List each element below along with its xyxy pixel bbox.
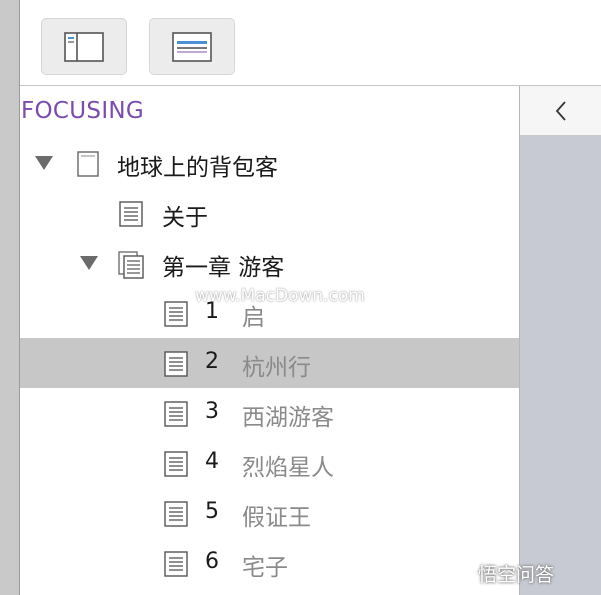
disclosure-triangle-icon[interactable]: [35, 156, 53, 170]
sidebar-toggle-icon: [64, 31, 104, 62]
tree-label-chapter: 第一章 游客: [162, 255, 285, 281]
window-left-edge: [0, 0, 20, 595]
tree-row-about[interactable]: 关于: [20, 188, 519, 238]
tree-row-section-selected[interactable]: 2 杭州行: [20, 338, 519, 388]
section-number: 4: [205, 449, 219, 474]
section-title: 西湖游客: [242, 405, 334, 431]
document-icon: [164, 501, 188, 527]
tree-row-section[interactable]: 4 烈焰星人: [20, 438, 519, 488]
section-title: 杭州行: [242, 355, 311, 381]
right-rail: [519, 86, 601, 595]
panel-title: FOCUSING: [21, 98, 145, 124]
brand-watermark: 悟空问答: [478, 564, 555, 586]
section-number: 2: [205, 349, 219, 374]
document-icon: [164, 401, 188, 427]
outline-view-button[interactable]: [149, 18, 235, 75]
collapse-panel-button[interactable]: [520, 86, 601, 136]
tree-row-chapter[interactable]: 第一章 游客: [20, 238, 519, 288]
section-number: 3: [205, 399, 219, 424]
section-number: 5: [205, 499, 219, 524]
section-title: 烈焰星人: [242, 455, 334, 481]
document-icon: [119, 201, 143, 227]
chevron-left-icon: [555, 101, 566, 121]
tree-row-section[interactable]: 3 西湖游客: [20, 388, 519, 438]
document-stack-icon: [118, 251, 144, 279]
sidebar-toggle-button[interactable]: [41, 18, 127, 75]
outline-view-icon: [172, 31, 212, 62]
tree-label-about: 关于: [162, 205, 208, 231]
section-title: 宅子: [242, 555, 288, 581]
tree-row-root[interactable]: 地球上的背包客: [20, 138, 519, 188]
disclosure-triangle-icon[interactable]: [80, 256, 98, 270]
watermark: www.MacDown.com: [195, 286, 365, 306]
tree-row-section[interactable]: 6 宅子: [20, 538, 519, 588]
section-title: 假证王: [242, 505, 311, 531]
document-icon: [164, 351, 188, 377]
document-icon: [164, 451, 188, 477]
document-icon: [164, 551, 188, 577]
section-number: 6: [205, 549, 219, 574]
document-icon: [164, 301, 188, 327]
tree-row-section[interactable]: 5 假证王: [20, 488, 519, 538]
toolbar: [20, 0, 601, 86]
tree-label-root: 地球上的背包客: [117, 155, 278, 181]
document-icon: [77, 151, 99, 177]
